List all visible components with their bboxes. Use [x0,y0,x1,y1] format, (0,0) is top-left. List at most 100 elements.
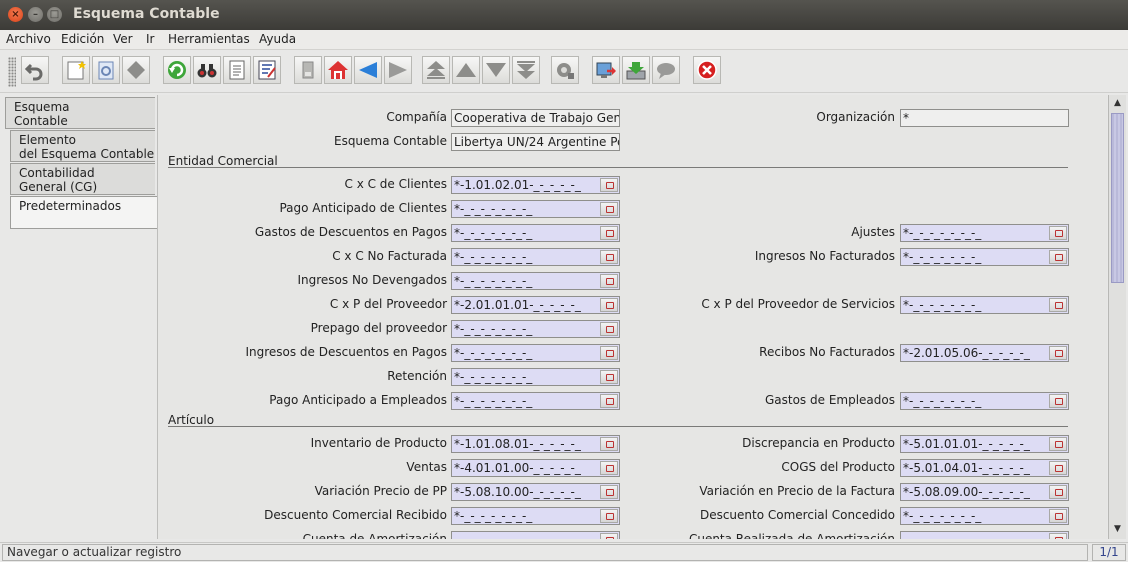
account-value: *-4.01.01.00-_-_-_-_-_ [454,461,581,475]
tab-esquema-contable[interactable]: Esquema Contable [5,97,155,129]
vertical-scrollbar[interactable]: ▲ ▼ [1108,95,1126,539]
account-lookup-icon[interactable] [1049,437,1067,451]
attachment-button[interactable] [294,56,322,84]
account-field[interactable]: *-5.01.01.01-_-_-_-_-_ [900,435,1069,453]
new-record-button[interactable] [62,56,90,84]
account-field[interactable]: *-_-_-_-_-_-_-_ [451,248,620,266]
export-icon [596,62,616,78]
account-field[interactable]: *-_-_-_-_-_-_-_ [900,392,1069,410]
next-record-button[interactable] [482,56,510,84]
undo-button[interactable] [21,56,49,84]
account-lookup-icon[interactable] [1049,250,1067,264]
account-field[interactable]: *-_-_-_-_-_-_-_ [900,296,1069,314]
report-button[interactable] [223,56,251,84]
account-field[interactable]: *-_-_-_-_-_-_-_ [451,392,620,410]
account-lookup-icon[interactable] [600,298,618,312]
account-field[interactable]: *-5.08.10.00-_-_-_-_-_ [451,483,620,501]
window-minimize-button[interactable]: – [28,7,43,22]
account-field[interactable] [900,531,1069,539]
previous-button[interactable] [354,56,382,84]
account-field[interactable]: *-5.01.04.01-_-_-_-_-_ [900,459,1069,477]
copy-button[interactable] [92,56,120,84]
home-button[interactable] [324,56,352,84]
account-lookup-icon[interactable] [1049,461,1067,475]
compania-field[interactable]: Cooperativa de Trabajo Gen [451,109,620,127]
menu-herramientas[interactable]: Herramientas [168,32,250,46]
menu-ver[interactable]: Ver [113,32,133,46]
account-lookup-icon[interactable] [1049,509,1067,523]
account-lookup-icon[interactable] [600,437,618,451]
account-lookup-icon[interactable] [600,226,618,240]
account-lookup-icon[interactable] [600,370,618,384]
account-field[interactable]: *-_-_-_-_-_-_-_ [451,320,620,338]
account-lookup-icon[interactable] [600,202,618,216]
scroll-up-icon[interactable]: ▲ [1111,97,1124,110]
export-button[interactable] [592,56,620,84]
account-lookup-icon[interactable] [600,509,618,523]
account-lookup-icon[interactable] [1049,485,1067,499]
account-field[interactable]: *-_-_-_-_-_-_-_ [451,368,620,386]
menu-ir[interactable]: Ir [146,32,154,46]
account-lookup-icon[interactable] [1049,298,1067,312]
account-value: *-_-_-_-_-_-_-_ [454,226,533,240]
record-count[interactable]: 1/1 [1092,544,1126,561]
account-field[interactable]: *-5.08.09.00-_-_-_-_-_ [900,483,1069,501]
account-field[interactable]: *-1.01.08.01-_-_-_-_-_ [451,435,620,453]
organizacion-field[interactable]: * [900,109,1069,127]
delete-button[interactable] [122,56,150,84]
account-field[interactable]: *-2.01.05.06-_-_-_-_-_ [900,344,1069,362]
detail-button[interactable] [253,56,281,84]
close-window-button[interactable] [693,56,721,84]
menu-edicion[interactable]: Edición [61,32,104,46]
account-field[interactable]: *-_-_-_-_-_-_-_ [451,272,620,290]
account-value: *-_-_-_-_-_-_-_ [454,202,533,216]
account-lookup-icon[interactable] [600,461,618,475]
account-lookup-icon[interactable] [600,178,618,192]
account-field[interactable]: *-_-_-_-_-_-_-_ [451,507,620,525]
next-button[interactable] [384,56,412,84]
section-articulo: Artículo [168,413,215,427]
settings-button[interactable] [551,56,579,84]
account-lookup-icon[interactable] [1049,394,1067,408]
tab-predeterminados[interactable]: Predeterminados [10,196,157,229]
account-lookup-icon[interactable] [600,533,618,539]
toolbar-grip[interactable] [8,57,16,87]
account-field[interactable]: *-_-_-_-_-_-_-_ [900,507,1069,525]
first-record-button[interactable] [422,56,450,84]
account-field[interactable]: *-_-_-_-_-_-_-_ [900,248,1069,266]
import-button[interactable] [622,56,650,84]
esquema-field[interactable]: Libertya UN/24 Argentine Pe [451,133,620,151]
account-lookup-icon[interactable] [600,485,618,499]
menu-archivo[interactable]: Archivo [6,32,51,46]
account-lookup-icon[interactable] [1049,346,1067,360]
account-field[interactable]: *-_-_-_-_-_-_-_ [451,200,620,218]
find-button[interactable] [193,56,221,84]
previous-record-button[interactable] [452,56,480,84]
account-value: *-5.01.01.01-_-_-_-_-_ [903,437,1030,451]
refresh-button[interactable] [163,56,191,84]
account-field[interactable] [451,531,620,539]
account-lookup-icon[interactable] [600,322,618,336]
account-lookup-icon[interactable] [600,274,618,288]
chat-button[interactable] [652,56,680,84]
scroll-thumb[interactable] [1111,113,1124,283]
menu-ayuda[interactable]: Ayuda [259,32,296,46]
tab-contabilidad-general[interactable]: Contabilidad General (CG) [10,163,155,195]
account-lookup-icon[interactable] [1049,533,1067,539]
last-record-button[interactable] [512,56,540,84]
tab-elemento-esquema[interactable]: Elemento del Esquema Contable [10,130,155,162]
account-field[interactable]: *-_-_-_-_-_-_-_ [451,224,620,242]
account-lookup-icon[interactable] [1049,226,1067,240]
account-lookup-icon[interactable] [600,250,618,264]
account-lookup-icon[interactable] [600,394,618,408]
account-field[interactable]: *-4.01.01.00-_-_-_-_-_ [451,459,620,477]
field-label: Recibos No Facturados [759,345,895,359]
account-field[interactable]: *-2.01.01.01-_-_-_-_-_ [451,296,620,314]
window-close-button[interactable]: × [8,7,23,22]
account-field[interactable]: *-_-_-_-_-_-_-_ [900,224,1069,242]
scroll-down-icon[interactable]: ▼ [1111,523,1124,536]
window-maximize-button[interactable]: □ [47,7,62,22]
account-field[interactable]: *-1.01.02.01-_-_-_-_-_ [451,176,620,194]
account-field[interactable]: *-_-_-_-_-_-_-_ [451,344,620,362]
account-lookup-icon[interactable] [600,346,618,360]
